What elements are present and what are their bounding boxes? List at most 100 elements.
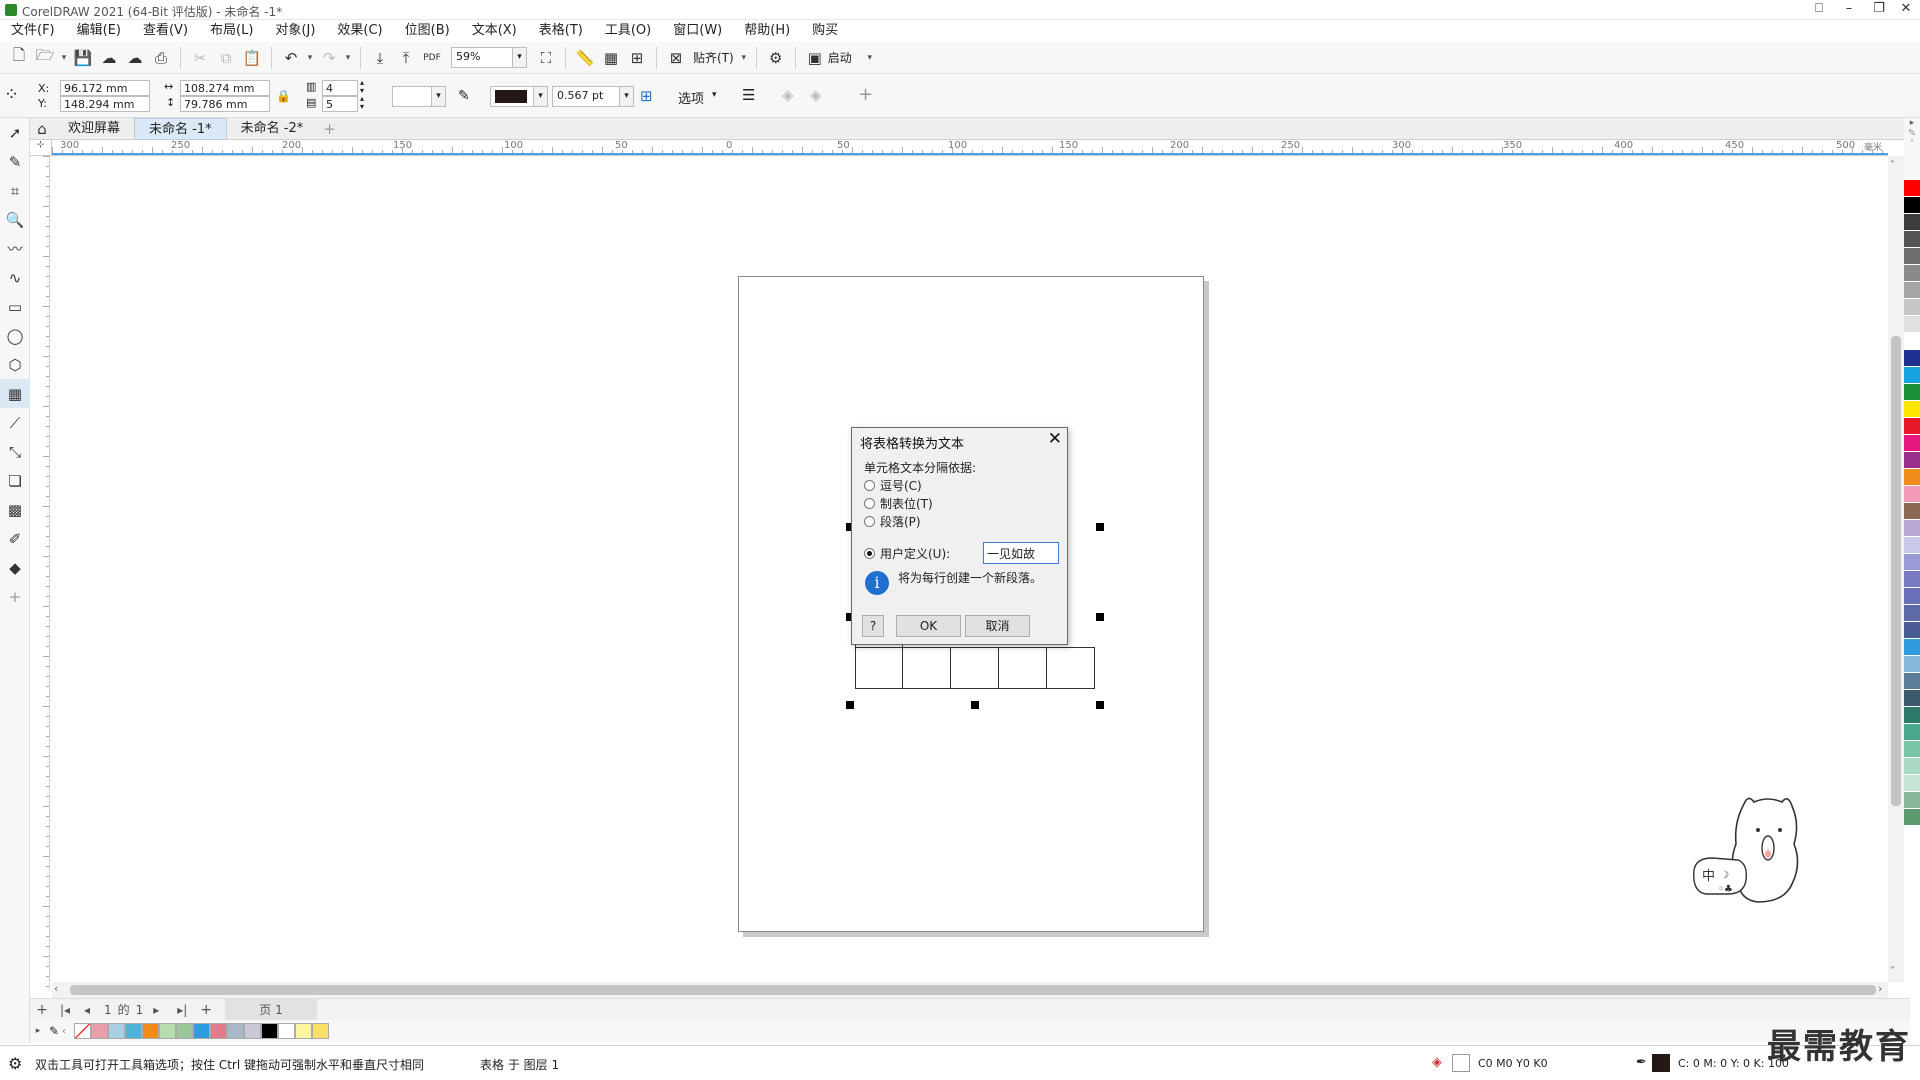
- color-swatch[interactable]: [210, 1023, 227, 1039]
- outline-pen-icon[interactable]: ✒: [1636, 1055, 1647, 1070]
- selection-handle[interactable]: [1096, 701, 1104, 709]
- restore-button[interactable]: ❐: [1864, 0, 1894, 20]
- menu-item[interactable]: 文本(X): [461, 20, 528, 42]
- color-swatch[interactable]: [1904, 418, 1920, 435]
- color-swatch[interactable]: [1904, 690, 1920, 707]
- menu-item[interactable]: 对象(J): [264, 20, 326, 42]
- import-icon[interactable]: ⤓: [367, 45, 393, 71]
- add-page-before-icon[interactable]: +: [30, 1002, 54, 1018]
- selection-handle[interactable]: [1096, 613, 1104, 621]
- color-swatch[interactable]: [1904, 197, 1920, 214]
- pdf-icon[interactable]: PDF: [419, 45, 445, 71]
- save-icon[interactable]: 💾: [70, 45, 96, 71]
- palette-scroll-left-icon[interactable]: ‹: [62, 1026, 74, 1037]
- eyedropper-icon[interactable]: ✐: [0, 524, 30, 553]
- color-swatch[interactable]: [142, 1023, 159, 1039]
- undo-dropdown-icon[interactable]: ▾: [304, 53, 316, 63]
- add-property-icon[interactable]: +: [858, 84, 873, 105]
- drop-shadow-icon[interactable]: ❏: [0, 466, 30, 495]
- zoom-level-field[interactable]: 59%: [451, 47, 513, 68]
- color-swatch[interactable]: [1904, 367, 1920, 384]
- color-swatch[interactable]: [1904, 571, 1920, 588]
- columns-spinner-icon[interactable]: ▴ ▾: [360, 79, 364, 95]
- color-swatch[interactable]: [1904, 588, 1920, 605]
- reference-point-icon[interactable]: ⁘: [4, 84, 19, 105]
- grid-icon[interactable]: ▦: [598, 45, 624, 71]
- connector-tool-icon[interactable]: ⤡: [0, 437, 30, 466]
- next-page-button[interactable]: ▸: [143, 1003, 169, 1017]
- dimension-tool-icon[interactable]: ⟋: [0, 408, 30, 437]
- color-swatch[interactable]: [1904, 282, 1920, 299]
- color-swatch[interactable]: [1904, 401, 1920, 418]
- color-swatch[interactable]: [1904, 809, 1920, 826]
- columns-field[interactable]: 4: [322, 80, 358, 96]
- new-document-icon[interactable]: 🗋: [6, 45, 32, 71]
- launch-menu[interactable]: 启动: [828, 49, 852, 66]
- scroll-left-icon[interactable]: ‹: [54, 982, 58, 995]
- color-swatch[interactable]: [227, 1023, 244, 1039]
- export-icon[interactable]: ⤒: [393, 45, 419, 71]
- transparency-icon[interactable]: ▩: [0, 495, 30, 524]
- scroll-up-icon[interactable]: ˄: [1890, 160, 1895, 171]
- y-position-field[interactable]: 148.294 mm: [60, 96, 150, 112]
- pick-tool-icon[interactable]: ➚: [0, 118, 30, 147]
- ok-button[interactable]: OK: [896, 615, 961, 637]
- tab-welcome[interactable]: 欢迎屏幕: [54, 118, 134, 140]
- palette-scroll-up-icon[interactable]: ˄: [1904, 139, 1920, 150]
- lock-ratio-icon[interactable]: 🔒: [276, 89, 291, 103]
- color-swatch[interactable]: [108, 1023, 125, 1039]
- first-page-button[interactable]: |◂: [54, 1003, 76, 1017]
- menu-item[interactable]: 帮助(H): [733, 20, 801, 42]
- color-swatch[interactable]: [1904, 350, 1920, 367]
- options-menu[interactable]: 选项: [678, 88, 704, 107]
- width-field[interactable]: 108.274 mm: [180, 80, 270, 96]
- home-icon[interactable]: ⌂: [30, 116, 54, 142]
- outline-width-field[interactable]: 0.567 pt: [552, 86, 620, 107]
- shape-tool-icon[interactable]: ✎: [0, 147, 30, 176]
- fill-indicator-icon[interactable]: ◈: [1432, 1055, 1442, 1070]
- snap-off-icon[interactable]: ⊠: [663, 45, 689, 71]
- ellipse-tool-icon[interactable]: ◯: [0, 321, 30, 350]
- border-select-icon[interactable]: ⊞: [640, 87, 653, 105]
- color-swatch[interactable]: [1904, 622, 1920, 639]
- launch-icon[interactable]: ▣: [802, 45, 828, 71]
- menu-item[interactable]: 窗口(W): [662, 20, 733, 42]
- color-swatch[interactable]: [1904, 316, 1920, 333]
- color-swatch[interactable]: [159, 1023, 176, 1039]
- outline-color-swatch[interactable]: [1652, 1054, 1670, 1072]
- horizontal-scrollbar[interactable]: ‹ ›: [52, 982, 1888, 998]
- border-color-dropdown-icon[interactable]: ▾: [534, 86, 548, 107]
- options-dropdown-icon[interactable]: ▾: [712, 90, 717, 100]
- color-swatch[interactable]: [1904, 554, 1920, 571]
- new-tab-icon[interactable]: +: [317, 120, 342, 138]
- color-swatch[interactable]: [1904, 469, 1920, 486]
- tab-untitled-1[interactable]: 未命名 -1*: [134, 117, 227, 140]
- selection-handle[interactable]: [971, 701, 979, 709]
- dialog-close-icon[interactable]: ✕: [1048, 429, 1062, 449]
- radio-dot[interactable]: [864, 480, 875, 491]
- palette-eyedropper-icon[interactable]: ✎: [46, 1024, 62, 1038]
- ruler-origin-icon[interactable]: ⊹: [30, 140, 52, 156]
- cancel-button[interactable]: 取消: [965, 615, 1030, 637]
- rectangle-tool-icon[interactable]: ▭: [0, 292, 30, 321]
- color-swatch[interactable]: [125, 1023, 142, 1039]
- freehand-tool-icon[interactable]: 〰: [0, 234, 30, 263]
- horizontal-ruler[interactable]: 300 250 200 150 100 50 0 50 100 150 200 250 300 350 40…: [52, 140, 1888, 156]
- vertical-ruler[interactable]: [30, 156, 50, 989]
- guidelines-icon[interactable]: ⊞: [624, 45, 650, 71]
- fill-color-swatch[interactable]: [1452, 1054, 1470, 1072]
- launch-dropdown-icon[interactable]: ▾: [864, 53, 876, 63]
- radio-comma[interactable]: 逗号(C): [864, 477, 922, 494]
- x-position-field[interactable]: 96.172 mm: [60, 80, 150, 96]
- color-swatch[interactable]: [1904, 384, 1920, 401]
- border-color-field[interactable]: [490, 86, 534, 107]
- snap-to-menu[interactable]: 贴齐(T): [693, 49, 734, 66]
- color-swatch[interactable]: [1904, 707, 1920, 724]
- open-dropdown-icon[interactable]: ▾: [58, 53, 70, 63]
- color-swatch[interactable]: [1904, 605, 1920, 622]
- menu-item[interactable]: 效果(C): [326, 20, 393, 42]
- color-swatch[interactable]: [91, 1023, 108, 1039]
- to-back-icon[interactable]: ◈: [810, 86, 822, 104]
- menu-item[interactable]: 查看(V): [132, 20, 199, 42]
- color-swatch[interactable]: [1904, 758, 1920, 775]
